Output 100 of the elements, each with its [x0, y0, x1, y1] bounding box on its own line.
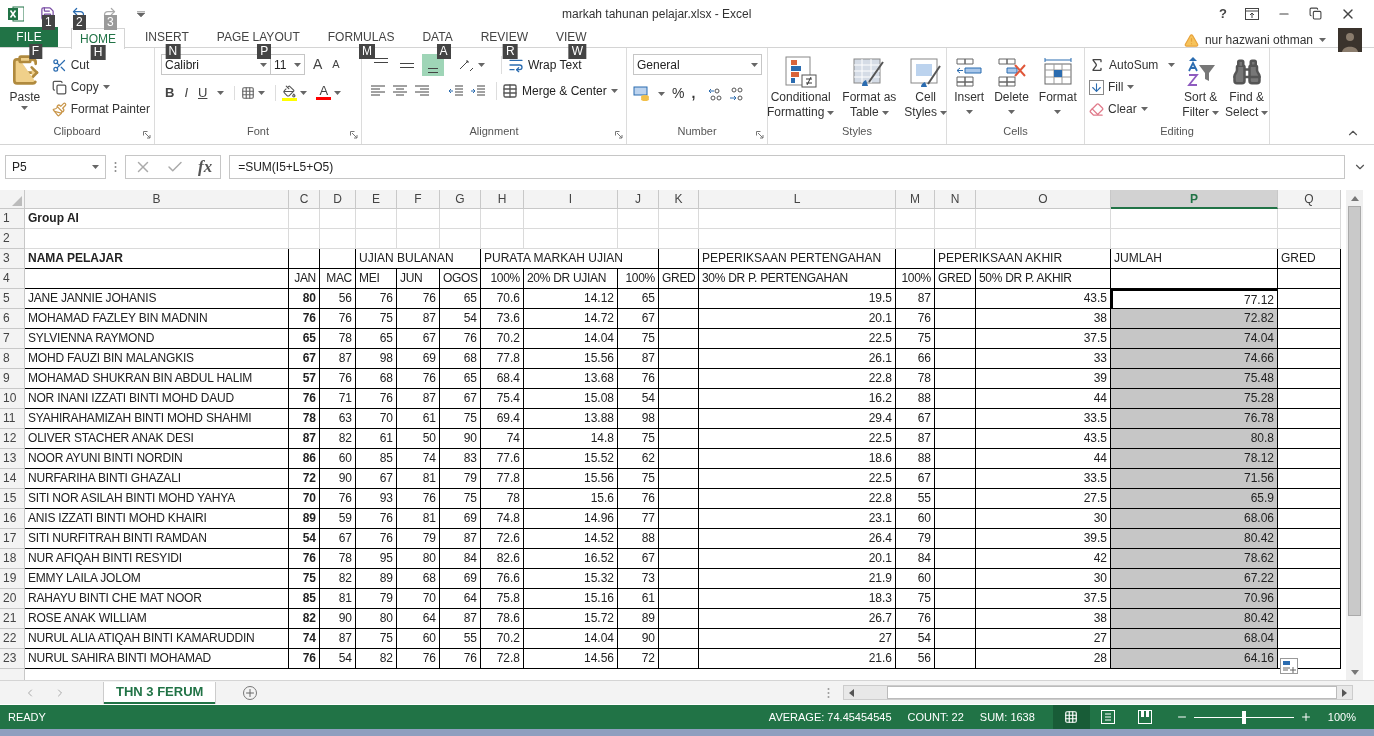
column-header[interactable]: M — [896, 190, 935, 209]
row-header[interactable]: 12 — [0, 429, 25, 449]
file-tab[interactable]: FILE — [0, 27, 58, 47]
account-name[interactable]: nur hazwani othman — [1204, 31, 1313, 49]
column-header[interactable]: E — [356, 190, 397, 209]
row-header[interactable]: 9 — [0, 369, 25, 389]
avatar-icon[interactable] — [1338, 28, 1362, 52]
normal-view-icon[interactable] — [1064, 710, 1079, 724]
page-break-view-icon[interactable] — [1138, 710, 1153, 724]
row-header[interactable]: 17 — [0, 529, 25, 549]
scroll-up-icon[interactable] — [1350, 195, 1359, 201]
orientation-icon[interactable] — [458, 57, 474, 73]
row-header[interactable]: 19 — [0, 569, 25, 589]
view-button[interactable] — [1052, 705, 1090, 729]
row-header[interactable]: 8 — [0, 349, 25, 369]
quick-analysis-icon[interactable] — [1280, 658, 1298, 674]
number-format-dropdown[interactable]: General — [633, 54, 762, 75]
find-select-button[interactable]: Find & Select — [1222, 54, 1272, 122]
dialog-launcher-icon[interactable] — [350, 131, 358, 139]
copy-button[interactable]: Copy — [51, 76, 150, 98]
column-header[interactable]: P — [1111, 190, 1278, 209]
row-header[interactable]: 6 — [0, 309, 25, 329]
row-header[interactable]: 1 — [0, 209, 25, 229]
row-header[interactable]: 7 — [0, 329, 25, 349]
comma-style-button[interactable]: , — [691, 83, 696, 104]
row-header[interactable]: 20 — [0, 589, 25, 609]
decrease-decimal-icon[interactable] — [729, 86, 744, 101]
column-header[interactable]: K — [659, 190, 699, 209]
insert-cells-button[interactable]: Insert — [951, 54, 988, 122]
decrease-indent-icon[interactable] — [448, 83, 464, 99]
column-header[interactable]: H — [481, 190, 524, 209]
scroll-right-icon[interactable] — [1342, 688, 1348, 697]
scrollbar-thumb[interactable] — [887, 686, 1338, 699]
column-header[interactable]: F — [397, 190, 440, 209]
grow-font-button[interactable]: A — [313, 54, 323, 75]
shrink-font-button[interactable]: A — [332, 56, 340, 73]
sheet-tab[interactable]: THN 3 FERUM — [104, 681, 216, 704]
zoom-slider-track[interactable] — [1193, 710, 1294, 724]
column-header[interactable]: C — [289, 190, 320, 209]
percent-style-button[interactable]: % — [672, 83, 685, 104]
ribbon-tab[interactable]: INSERT — [137, 27, 197, 47]
accounting-format-icon[interactable] — [633, 86, 651, 101]
fill-button[interactable]: Fill — [1089, 76, 1176, 98]
column-header[interactable]: J — [618, 190, 659, 209]
format-as-table-button[interactable]: Format as Table — [839, 54, 900, 122]
underline-button[interactable]: U — [198, 83, 208, 103]
page-layout-view-icon[interactable] — [1101, 710, 1116, 724]
splitter-icon[interactable] — [827, 686, 831, 699]
wrap-text-button[interactable]: Wrap Text — [501, 56, 582, 74]
dialog-launcher-icon[interactable] — [756, 131, 764, 139]
column-header[interactable]: O — [976, 190, 1111, 209]
row-header[interactable]: 13 — [0, 449, 25, 469]
align-right-icon[interactable] — [414, 83, 430, 99]
ribbon-tab[interactable]: VIEW — [548, 27, 595, 47]
zoom-in-icon[interactable] — [1299, 711, 1312, 723]
ribbon-tab[interactable]: PAGE LAYOUT — [208, 27, 308, 47]
dialog-launcher-icon[interactable] — [615, 131, 623, 139]
merge-center-button[interactable]: Merge & Center — [496, 82, 618, 100]
column-header[interactable]: L — [699, 190, 896, 209]
row-header[interactable]: 22 — [0, 629, 25, 649]
clear-button[interactable]: Clear — [1089, 98, 1176, 120]
column-header[interactable]: D — [320, 190, 356, 209]
row-header[interactable]: 23 — [0, 649, 25, 669]
scroll-down-icon[interactable] — [1350, 669, 1359, 675]
vertical-scrollbar[interactable] — [1346, 190, 1363, 680]
zoom-level[interactable]: 100% — [1327, 708, 1356, 726]
row-header[interactable]: 18 — [0, 549, 25, 569]
scrollbar-thumb[interactable] — [1348, 206, 1361, 616]
format-painter-button[interactable]: Format Painter — [51, 98, 150, 120]
conditional-formatting-button[interactable]: Conditional Formatting — [763, 54, 838, 122]
row-header[interactable]: 3 — [0, 249, 25, 269]
name-box[interactable]: P5 — [5, 154, 106, 179]
ribbon-display-icon[interactable] — [1245, 7, 1259, 20]
row-header[interactable]: 11 — [0, 409, 25, 429]
sort-filter-button[interactable]: Sort & Filter — [1179, 54, 1223, 122]
align-bottom-button[interactable] — [422, 54, 444, 76]
zoom-slider-thumb[interactable] — [1241, 710, 1246, 724]
customize-caret-icon[interactable] — [137, 10, 145, 17]
ribbon-tab[interactable]: DATA — [414, 27, 461, 47]
column-header[interactable]: Q — [1278, 190, 1341, 209]
fill-color-button[interactable] — [282, 84, 298, 101]
row-header[interactable]: 2 — [0, 229, 25, 249]
column-header[interactable]: N — [935, 190, 976, 209]
formula-field[interactable]: =SUM(I5+L5+O5) — [229, 154, 1345, 179]
column-header[interactable]: I — [524, 190, 618, 209]
column-header[interactable]: B — [25, 190, 289, 209]
italic-button[interactable]: I — [184, 83, 188, 103]
ribbon-tab[interactable]: REVIEW — [472, 27, 536, 47]
ribbon-tab[interactable]: FORMULAS — [319, 27, 403, 47]
row-header[interactable]: 15 — [0, 489, 25, 509]
restore-icon[interactable] — [1309, 7, 1322, 20]
row-header[interactable]: 16 — [0, 509, 25, 529]
help-button[interactable]: ? — [1219, 3, 1227, 24]
delete-cells-button[interactable]: Delete — [991, 54, 1032, 122]
row-header[interactable]: 14 — [0, 469, 25, 489]
bold-button[interactable]: B — [165, 83, 175, 103]
increase-decimal-icon[interactable] — [708, 86, 723, 101]
increase-indent-icon[interactable] — [470, 83, 486, 99]
row-header[interactable]: 10 — [0, 389, 25, 409]
dialog-launcher-icon[interactable] — [143, 131, 151, 139]
